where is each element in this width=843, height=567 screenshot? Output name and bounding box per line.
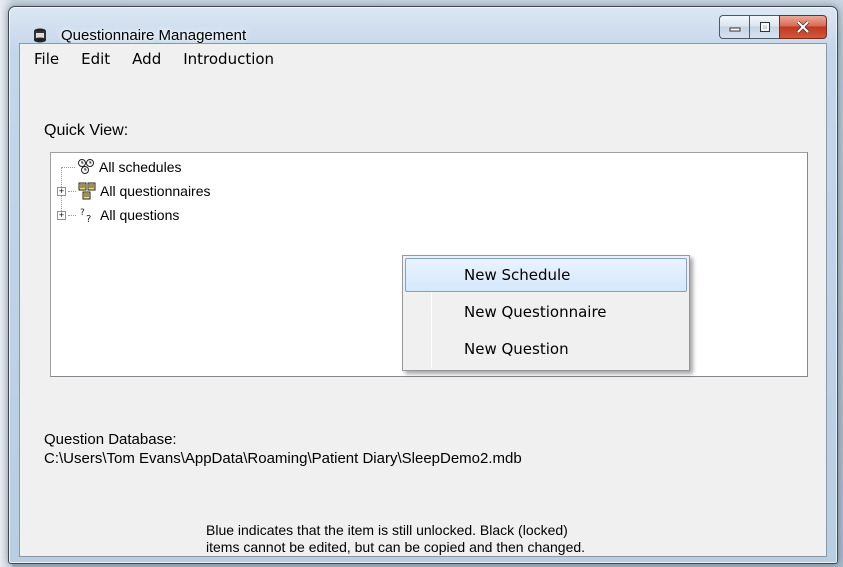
quick-view-label: Quick View: [44,122,129,139]
lock-note-line-1: Blue indicates that the item is still un… [206,522,568,538]
expand-icon[interactable]: + [57,210,66,220]
menu-new-question[interactable]: New Question [405,332,687,366]
schedules-icon [78,159,94,174]
tree-item-questionnaires[interactable]: + All questionnaires [57,181,211,201]
tree-label: All questions [100,207,180,223]
questionnaires-icon [78,182,96,200]
maximize-button[interactable] [749,15,779,39]
menu-new-questionnaire[interactable]: New Questionnaire [405,295,687,329]
expand-icon[interactable]: + [57,186,66,196]
close-icon [796,21,810,33]
menu-file[interactable]: File [34,48,59,70]
menu-introduction[interactable]: Introduction [183,48,274,70]
svg-text:?: ? [86,214,91,224]
tree-dotline [68,190,76,192]
menu-add[interactable]: Add [132,48,161,70]
tree-dotline [68,214,76,216]
menu-bar: File Edit Add Introduction [20,44,826,74]
tree-item-schedules[interactable]: All schedules [61,157,182,177]
window-title: Questionnaire Management [61,27,247,44]
database-path: C:\Users\Tom Evans\AppData\Roaming\Patie… [44,450,522,467]
svg-text:?: ? [80,208,85,218]
database-info: Question Database: C:\Users\Tom Evans\Ap… [44,430,522,468]
tree-label: All questionnaires [100,183,211,199]
caption-buttons [719,15,827,39]
lock-note: Blue indicates that the item is still un… [206,522,726,556]
minimize-icon [729,27,740,32]
tree-item-questions[interactable]: + ? ? All questions [57,205,179,225]
tree-label: All schedules [99,159,182,175]
add-context-menu: New Schedule New Questionnaire New Quest… [402,255,690,371]
lock-note-line-2: items cannot be edited, but can be copie… [206,539,586,555]
database-label: Question Database: [44,431,177,448]
question-marks-icon: ? ? [80,208,91,224]
menu-edit[interactable]: Edit [81,48,110,70]
tree-dotline [61,166,75,168]
close-button[interactable] [779,15,827,39]
minimize-button[interactable] [719,15,749,39]
maximize-icon [759,22,770,32]
menu-new-schedule[interactable]: New Schedule [405,258,687,292]
